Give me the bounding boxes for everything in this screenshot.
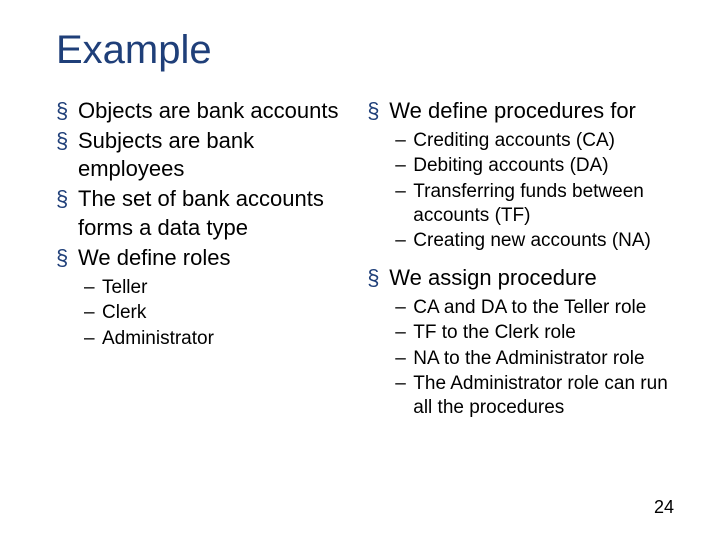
list-item: Creating new accounts (NA) xyxy=(395,229,679,253)
left-bullet-list: Objects are bank accounts Subjects are b… xyxy=(56,97,349,351)
right-column: We define procedures for Crediting accou… xyxy=(367,97,679,430)
list-item-label: We define procedures for xyxy=(389,98,636,123)
slide-title: Example xyxy=(56,28,680,73)
left-column: Objects are bank accounts Subjects are b… xyxy=(56,97,349,430)
slide: Example Objects are bank accounts Subjec… xyxy=(0,0,720,540)
list-item: We define roles Teller Clerk Administrat… xyxy=(56,244,349,351)
list-item: The set of bank accounts forms a data ty… xyxy=(56,185,349,241)
list-item: We define procedures for Crediting accou… xyxy=(367,97,679,254)
list-item: Objects are bank accounts xyxy=(56,97,349,125)
assignments-sublist: CA and DA to the Teller role TF to the C… xyxy=(395,296,679,421)
list-item: We assign procedure CA and DA to the Tel… xyxy=(367,264,679,421)
list-item: Administrator xyxy=(84,327,349,351)
page-number: 24 xyxy=(654,497,674,518)
right-bullet-list: We define procedures for Crediting accou… xyxy=(367,97,679,420)
list-item: Teller xyxy=(84,276,349,300)
list-item: TF to the Clerk role xyxy=(395,321,679,345)
list-item: Debiting accounts (DA) xyxy=(395,154,679,178)
list-item: Subjects are bank employees xyxy=(56,127,349,183)
list-item: Crediting accounts (CA) xyxy=(395,129,679,153)
roles-sublist: Teller Clerk Administrator xyxy=(84,276,349,351)
list-item-label: We define roles xyxy=(78,245,230,270)
list-item: Clerk xyxy=(84,301,349,325)
content-columns: Objects are bank accounts Subjects are b… xyxy=(56,97,680,430)
list-item: CA and DA to the Teller role xyxy=(395,296,679,320)
list-item-label: We assign procedure xyxy=(389,265,597,290)
list-item: The Administrator role can run all the p… xyxy=(395,372,679,421)
list-item: NA to the Administrator role xyxy=(395,347,679,371)
procedures-sublist: Crediting accounts (CA) Debiting account… xyxy=(395,129,679,254)
list-item: Transferring funds between accounts (TF) xyxy=(395,180,679,229)
